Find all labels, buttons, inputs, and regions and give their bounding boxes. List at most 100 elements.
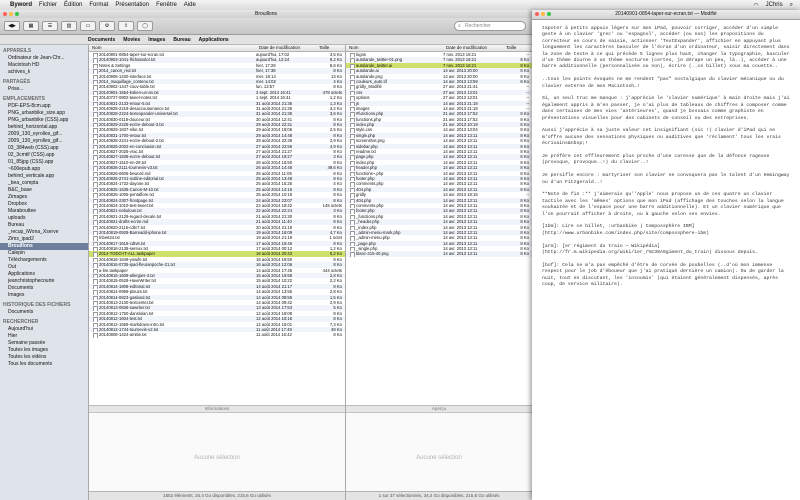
window-title: Brouillons: [255, 11, 277, 17]
favorites-bar: Documents Movies Images Bureau Applicati…: [0, 35, 532, 45]
sidebar-item[interactable]: 2009_130_eyrolles_gif...: [0, 138, 88, 145]
sidebar-item[interactable]: Brouillons: [0, 243, 88, 250]
sidebar-item[interactable]: PNG_urbanbike (CSS).app: [0, 117, 88, 124]
menu-fichier[interactable]: Fichier: [39, 2, 57, 8]
file-name: blanc-315-40.png: [346, 251, 443, 257]
back-button[interactable]: ◀▶: [4, 21, 20, 31]
sidebar-item[interactable]: Tous les documents: [0, 361, 88, 368]
sidebar-item[interactable]: _bea_compta: [0, 180, 88, 187]
favorite-images[interactable]: Images: [148, 37, 165, 43]
user-name[interactable]: JChris: [766, 2, 783, 8]
menu-presentation[interactable]: Présentation: [115, 2, 149, 8]
editor-paragraph: tapoter à petits appuis légers sur mon i…: [542, 26, 790, 70]
tags-button[interactable]: ◯: [137, 21, 153, 31]
sidebar-item[interactable]: Zimages: [0, 194, 88, 201]
menu-edition[interactable]: Édition: [64, 2, 82, 8]
file-name: 20140808-1424-amitie.txt: [89, 332, 256, 338]
header-name[interactable]: Nom: [89, 45, 259, 51]
sidebar-item[interactable]: 03_384web (CSS).app: [0, 145, 88, 152]
header-name[interactable]: Nom: [346, 45, 446, 51]
menu-format[interactable]: Format: [89, 2, 108, 8]
sidebar-item[interactable]: 01_85jpg (CSS).app: [0, 159, 88, 166]
share-button[interactable]: ⇪: [118, 21, 134, 31]
info-panel: Informations Aucune sélection: [89, 405, 345, 492]
sidebar-item[interactable]: achives_k: [0, 69, 88, 76]
sidebar-item[interactable]: Zims_ipad2: [0, 236, 88, 243]
sidebar-item[interactable]: Dropbox: [0, 201, 88, 208]
menu-fenetre[interactable]: Fenêtre: [156, 2, 177, 8]
header-date[interactable]: Date de modification: [446, 45, 506, 51]
sidebar-item[interactable]: Ordinateur de Jean-Chr...: [0, 55, 88, 62]
search-icon: ⌕: [458, 23, 461, 29]
view-icons-button[interactable]: ▦: [23, 21, 39, 31]
zoom-button[interactable]: [547, 12, 551, 16]
editor-titlebar: 20140901-0854-taper-sur-ecran.txt — Modi…: [532, 10, 800, 20]
sidebar-item[interactable]: Téléchargements: [0, 257, 88, 264]
sidebar-item[interactable]: Macintosh HD: [0, 62, 88, 69]
sidebar-item[interactable]: Aujourd'hui: [0, 326, 88, 333]
sidebar-item[interactable]: Applications: [0, 271, 88, 278]
sidebar-item[interactable]: ~600epub.app: [0, 166, 88, 173]
sidebar-item[interactable]: Marabouttee: [0, 208, 88, 215]
sidebar-item[interactable]: Hier: [0, 333, 88, 340]
file-row[interactable]: 20140808-1424-amitie.txt 11 août 2014 16:…: [89, 332, 345, 338]
byword-editor-window: 20140901-0854-taper-sur-ecran.txt — Modi…: [532, 10, 800, 500]
sidebar-section-title: EMPLACEMENTS: [3, 96, 45, 102]
sidebar-item[interactable]: Prise...: [0, 86, 88, 93]
editor-paragraph: Je persifle encore : martyriser son clav…: [542, 173, 790, 185]
sidebar-item[interactable]: Documents: [0, 309, 88, 316]
favorite-movies[interactable]: Movies: [123, 37, 140, 43]
sidebar-item[interactable]: 2009_130_eyrolles_gif...: [0, 131, 88, 138]
close-button[interactable]: [3, 12, 7, 16]
column-headers-right: Nom Date de modification Taille: [346, 45, 532, 52]
minimize-button[interactable]: [541, 12, 545, 16]
editor-paragraph: [bof]: Cela ne m'a pas empêché d'être de…: [542, 262, 784, 288]
view-list-button[interactable]: ☰: [42, 21, 58, 31]
files-pane-right: Nom Date de modification Taille logos 7 n…: [346, 45, 532, 500]
editor-paragraph: Aussi j'apprécie à sa juste valeur cet i…: [542, 128, 781, 147]
sidebar-item[interactable]: _recup_iWona_Xserve: [0, 229, 88, 236]
header-date[interactable]: Date de modification: [259, 45, 319, 51]
spotlight-icon[interactable]: ⌕: [790, 2, 793, 9]
favorite-bureau[interactable]: Bureau: [173, 37, 190, 43]
file-row[interactable]: blanc-315-40.png 14 avr. 2013 13:11 8 Ko: [346, 251, 532, 257]
sidebar-item[interactable]: Semaine passée: [0, 340, 88, 347]
no-selection-label: Aucune sélection: [416, 455, 462, 461]
minimize-button[interactable]: [9, 12, 13, 16]
menu-app[interactable]: Byword: [10, 2, 32, 8]
sidebar-item[interactable]: Images: [0, 292, 88, 299]
sidebar-item[interactable]: Bureau: [0, 222, 88, 229]
sidebar-item[interactable]: uploads: [0, 215, 88, 222]
sidebar-item[interactable]: Calepin: [0, 250, 88, 257]
status-bar: 1552 éléments, 34,4 Go disponibles, 215,…: [89, 491, 345, 500]
menu-aide[interactable]: Aide: [184, 2, 196, 8]
sidebar-item[interactable]: behind_horizontal.app: [0, 124, 88, 131]
wifi-icon[interactable]: ◠: [753, 2, 758, 9]
sidebar-item[interactable]: behind_verticale.app: [0, 173, 88, 180]
view-coverflow-button[interactable]: ▭: [80, 21, 96, 31]
header-size[interactable]: Taille: [506, 45, 532, 51]
zoom-button[interactable]: [15, 12, 19, 16]
sidebar-item[interactable]: B&C_base: [0, 187, 88, 194]
sidebar-item[interactable]: Out: [0, 264, 88, 271]
sidebar-item[interactable]: Toutes les images: [0, 347, 88, 354]
favorite-applications[interactable]: Applications: [199, 37, 229, 43]
document-title: 20140901-0854-taper-sur-ecran.txt — Modi…: [615, 11, 717, 17]
sidebar-item[interactable]: PDF-EPS-8cm.app: [0, 103, 88, 110]
header-size[interactable]: Taille: [319, 45, 345, 51]
close-button[interactable]: [535, 12, 539, 16]
arrange-button[interactable]: ⚙: [99, 21, 115, 31]
sidebar-item[interactable]: Documents: [0, 285, 88, 292]
sidebar-section-title: APPAREILS: [3, 48, 32, 54]
column-headers: Nom Date de modification Taille: [89, 45, 345, 52]
sidebar-item[interactable]: 02_3cmtif (CSS).app: [0, 152, 88, 159]
favorite-documents[interactable]: Documents: [88, 37, 115, 43]
finder-sidebar: APPAREILS Ordinateur de Jean-Chr... Macint…: [0, 45, 89, 500]
search-placeholder: Rechercher: [465, 23, 491, 29]
view-columns-button[interactable]: ▥: [61, 21, 77, 31]
sidebar-item[interactable]: Toutes les vidéos: [0, 354, 88, 361]
editor-text-area[interactable]: tapoter à petits appuis légers sur mon i…: [532, 20, 800, 289]
sidebar-item[interactable]: PNG_urbanbike_size.app: [0, 110, 88, 117]
sidebar-item[interactable]: jeanchristophecourte: [0, 278, 88, 285]
search-field[interactable]: ⌕ Rechercher: [454, 21, 526, 31]
